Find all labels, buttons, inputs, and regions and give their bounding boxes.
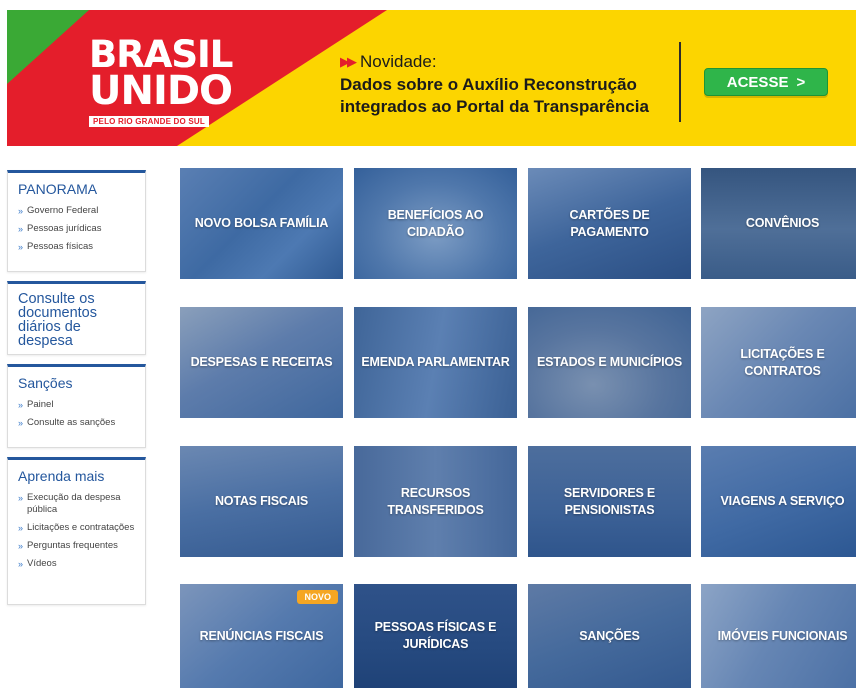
sidebar-item-governo-federal[interactable]: » Governo Federal	[18, 205, 135, 217]
logo-line-3: PELO RIO GRANDE DO SUL	[89, 116, 209, 127]
tile-label: IMÓVEIS FUNCIONAIS	[717, 628, 848, 643]
sidebar-item-consulte-sancoes[interactable]: » Consulte as sanções	[18, 417, 135, 429]
tile-beneficios-ao-cidadao[interactable]: BENEFÍCIOS AO CIDADÃO	[354, 168, 517, 279]
panorama-list: » Governo Federal » Pessoas jurídicas » Pes…	[18, 205, 135, 253]
banner-message: Dados sobre o Auxílio Reconstrução integ…	[340, 74, 675, 118]
tile-servidores-e-pensionistas[interactable]: SERVIDORES E PENSIONISTAS	[528, 446, 691, 557]
tile-label: ESTADOS E MUNICÍPIOS	[536, 355, 683, 369]
auxilio-reconstrucao-banner[interactable]: BRASIL UNIDO PELO RIO GRANDE DO SUL ▶▶ N…	[7, 10, 856, 146]
tile-label: SANÇÕES	[579, 628, 640, 643]
brasil-unido-logo: BRASIL UNIDO PELO RIO GRANDE DO SUL	[89, 36, 233, 129]
banner-message-line-2: integrados ao Portal da Transparência	[340, 97, 649, 116]
tile-sancoes[interactable]: SANÇÕES	[528, 584, 691, 688]
tile-label: CARTÕES DE PAGAMENTO	[569, 207, 650, 239]
double-chevron-right-icon: »	[18, 242, 24, 252]
sidebar-item-execucao-despesa[interactable]: » Execução da despesa pública	[18, 492, 135, 516]
novo-badge: NOVO	[297, 590, 338, 604]
banner-news: ▶▶ Novidade: Dados sobre o Auxílio Recon…	[340, 52, 675, 118]
tile-label: RECURSOS TRANSFERIDOS	[387, 485, 484, 517]
aprenda-mais-card: Aprenda mais » Execução da despesa públic…	[7, 457, 146, 605]
tile-label: RENÚNCIAS FISCAIS	[199, 628, 324, 643]
panorama-card: PANORAMA » Governo Federal » Pessoas juríd…	[7, 170, 146, 272]
sidebar-item-painel[interactable]: » Painel	[18, 399, 135, 411]
double-chevron-right-icon: »	[18, 400, 24, 410]
consulte-documentos-card[interactable]: Consulte os documentos diários de despes…	[7, 281, 146, 355]
tile-label: LICITAÇÕES E CONTRATOS	[740, 346, 825, 378]
sidebar-item-label: Perguntas frequentes	[27, 540, 118, 551]
double-chevron-right-icon: »	[18, 493, 24, 503]
double-play-icon: ▶▶	[340, 54, 357, 69]
sidebar-item-pessoas-juridicas[interactable]: » Pessoas jurídicas	[18, 223, 135, 235]
sidebar-item-label: Licitações e contratações	[27, 522, 135, 533]
tile-notas-fiscais[interactable]: NOTAS FISCAIS	[180, 446, 343, 557]
tile-pessoas-fisicas-e-juridicas[interactable]: PESSOAS FÍSICAS E JURÍDICAS	[354, 584, 517, 688]
sidebar-item-licitacoes[interactable]: » Licitações e contratações	[18, 522, 135, 534]
tile-emenda-parlamentar[interactable]: EMENDA PARLAMENTAR	[354, 307, 517, 418]
tile-label: DESPESAS E RECEITAS	[190, 355, 333, 369]
tile-label: NOTAS FISCAIS	[214, 494, 308, 508]
tile-novo-bolsa-familia[interactable]: NOVO BOLSA FAMÍLIA	[180, 168, 343, 279]
sancoes-title[interactable]: Sanções	[18, 375, 135, 391]
tile-renuncias-fiscais[interactable]: NOVO RENÚNCIAS FISCAIS	[180, 584, 343, 688]
sidebar-item-label: Governo Federal	[27, 205, 99, 216]
double-chevron-right-icon: »	[18, 418, 24, 428]
tile-estados-e-municipios[interactable]: ESTADOS E MUNICÍPIOS	[528, 307, 691, 418]
tile-recursos-transferidos[interactable]: RECURSOS TRANSFERIDOS	[354, 446, 517, 557]
double-chevron-right-icon: »	[18, 523, 24, 533]
aprenda-mais-list: » Execução da despesa pública » Licitações…	[18, 492, 135, 570]
sancoes-card: Sanções » Painel » Consulte as sanções	[7, 364, 146, 448]
double-chevron-right-icon: »	[18, 541, 24, 551]
double-chevron-right-icon: »	[18, 206, 24, 216]
tile-label: EMENDA PARLAMENTAR	[361, 355, 510, 369]
sancoes-list: » Painel » Consulte as sanções	[18, 399, 135, 429]
double-chevron-right-icon: »	[18, 559, 24, 569]
sidebar-item-label: Pessoas jurídicas	[27, 223, 102, 234]
banner-divider	[679, 42, 681, 122]
novidade-heading: ▶▶ Novidade:	[340, 52, 675, 72]
panorama-title[interactable]: PANORAMA	[18, 181, 135, 197]
chevron-right-icon: >	[796, 73, 806, 91]
tile-viagens-a-servico[interactable]: VIAGENS A SERVIÇO	[701, 446, 856, 557]
double-chevron-right-icon: »	[18, 224, 24, 234]
sidebar-item-perguntas[interactable]: » Perguntas frequentes	[18, 540, 135, 552]
banner-message-line-1: Dados sobre o Auxílio Reconstrução	[340, 75, 637, 94]
sidebar-item-videos[interactable]: » Vídeos	[18, 558, 135, 570]
consulte-documentos-link[interactable]: Consulte os documentos diários de despes…	[18, 292, 135, 349]
acesse-label: ACESSE	[726, 73, 789, 91]
tile-label: VIAGENS A SERVIÇO	[720, 494, 845, 508]
tile-cartoes-de-pagamento[interactable]: CARTÕES DE PAGAMENTO	[528, 168, 691, 279]
tile-despesas-e-receitas[interactable]: DESPESAS E RECEITAS	[180, 307, 343, 418]
acesse-button[interactable]: ACESSE >	[704, 68, 828, 96]
novidade-label: Novidade:	[360, 52, 437, 71]
sidebar-item-label: Consulte as sanções	[27, 417, 116, 428]
tile-convenios[interactable]: CONVÊNIOS	[701, 168, 856, 279]
tile-licitacoes-e-contratos[interactable]: LICITAÇÕES E CONTRATOS	[701, 307, 856, 418]
sidebar-item-pessoas-fisicas[interactable]: » Pessoas físicas	[18, 241, 135, 253]
sidebar-item-label: Pessoas físicas	[27, 241, 94, 252]
sidebar-item-label: Execução da despesa pública	[27, 492, 121, 515]
aprenda-mais-title[interactable]: Aprenda mais	[18, 468, 135, 484]
tile-label: SERVIDORES E PENSIONISTAS	[563, 485, 656, 517]
tile-label: BENEFÍCIOS AO CIDADÃO	[387, 207, 484, 239]
tile-label: CONVÊNIOS	[745, 216, 820, 230]
sidebar-item-label: Painel	[27, 399, 54, 410]
tile-label: NOVO BOLSA FAMÍLIA	[194, 216, 329, 230]
tile-imoveis-funcionais[interactable]: IMÓVEIS FUNCIONAIS	[701, 584, 856, 688]
logo-line-2: UNIDO	[89, 68, 233, 114]
sidebar-item-label: Vídeos	[27, 558, 57, 569]
tile-label: PESSOAS FÍSICAS E JURÍDICAS	[374, 620, 497, 651]
